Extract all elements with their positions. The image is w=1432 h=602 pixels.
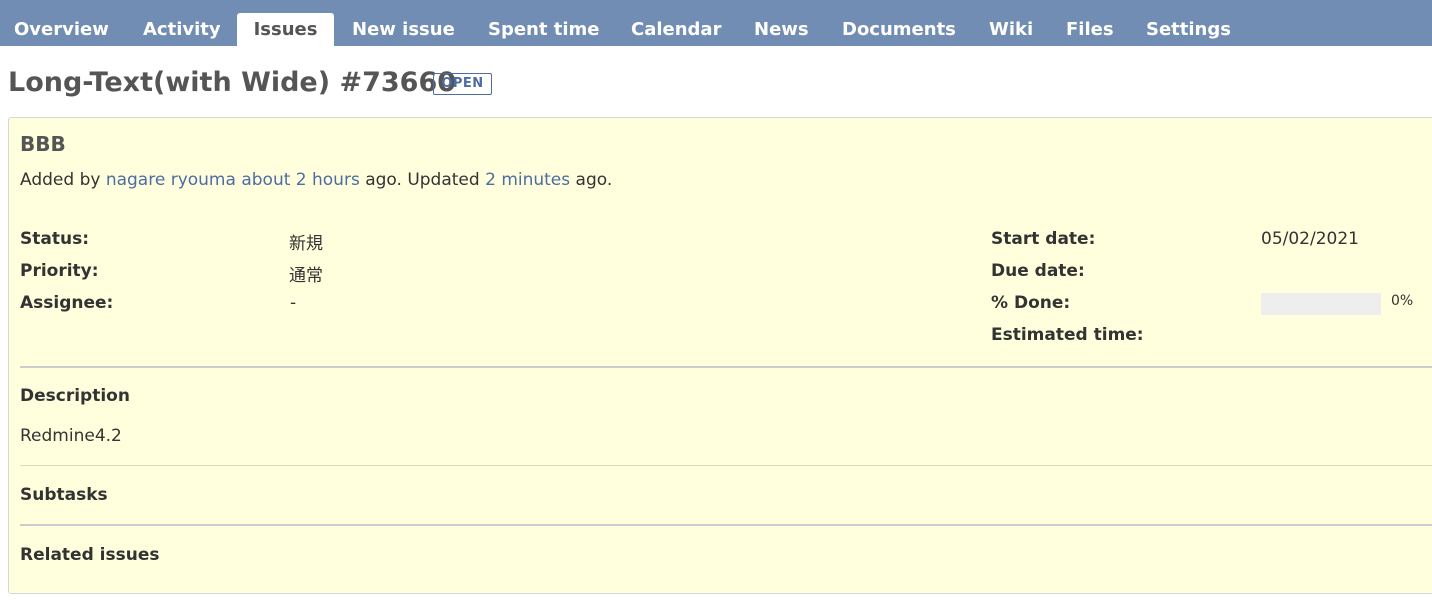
main-menu: Overview Activity Issues New issue Spent…: [0, 0, 1432, 46]
tab-spent-time[interactable]: Spent time: [488, 13, 599, 46]
author-link[interactable]: nagare ryouma: [106, 170, 236, 190]
tab-news[interactable]: News: [754, 13, 809, 46]
issue-details: BBB Added by nagare ryouma about 2 hours…: [8, 117, 1432, 594]
divider: [20, 465, 1432, 466]
done-ratio-progress-bar: [1261, 293, 1381, 315]
tab-overview[interactable]: Overview: [14, 13, 109, 46]
description-heading: Description: [20, 386, 130, 406]
tab-wiki[interactable]: Wiki: [989, 13, 1033, 46]
ago-updated-text: ago. Updated: [359, 170, 486, 190]
due-date-label: Due date:: [991, 261, 1085, 281]
subtasks-heading: Subtasks: [20, 485, 108, 505]
status-label: Status:: [20, 229, 89, 249]
assignee-value: -: [290, 293, 297, 313]
tab-documents[interactable]: Documents: [842, 13, 956, 46]
assignee-label: Assignee:: [20, 293, 114, 313]
tab-settings[interactable]: Settings: [1146, 13, 1231, 46]
priority-label: Priority:: [20, 261, 99, 281]
issue-author-line: Added by nagare ryouma about 2 hours ago…: [20, 170, 612, 190]
related-issues-heading: Related issues: [20, 545, 160, 565]
author-prefix: Added by: [20, 170, 106, 190]
page-title: Long-Text(with Wide) #73660: [8, 67, 457, 98]
priority-value: 通常: [289, 266, 323, 286]
status-badge: OPEN: [433, 73, 492, 95]
tab-calendar[interactable]: Calendar: [631, 13, 721, 46]
start-date-label: Start date:: [991, 229, 1096, 249]
tab-activity[interactable]: Activity: [143, 13, 221, 46]
description-text: Redmine4.2: [20, 426, 122, 446]
done-ratio-label: % Done:: [991, 293, 1071, 313]
divider: [20, 524, 1432, 526]
tab-issues[interactable]: Issues: [237, 13, 334, 46]
tab-files[interactable]: Files: [1066, 13, 1114, 46]
divider: [20, 366, 1432, 368]
tab-new-issue[interactable]: New issue: [352, 13, 455, 46]
start-date-value: 05/02/2021: [1261, 229, 1359, 249]
estimated-time-label: Estimated time:: [991, 325, 1144, 345]
created-ago-link[interactable]: about 2 hours: [241, 170, 359, 190]
done-ratio-value: 0%: [1391, 293, 1414, 309]
status-value: 新規: [289, 234, 323, 254]
ago-suffix: ago.: [570, 170, 613, 190]
issue-subject: BBB: [20, 132, 66, 156]
updated-ago-link[interactable]: 2 minutes: [485, 170, 570, 190]
